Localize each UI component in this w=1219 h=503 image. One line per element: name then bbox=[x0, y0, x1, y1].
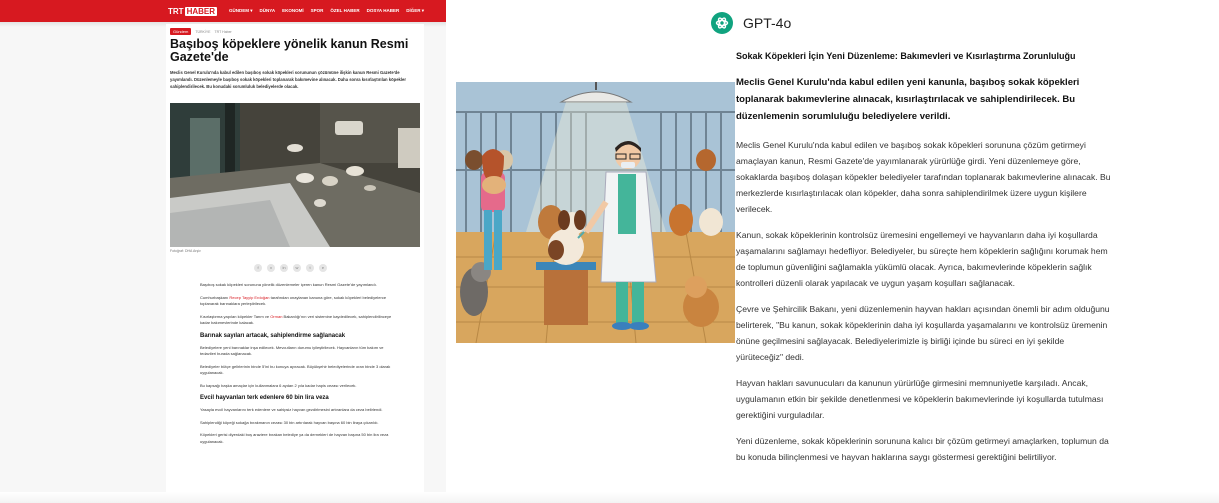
category-badge[interactable]: Gündem bbox=[170, 28, 192, 35]
email-share-icon[interactable]: e bbox=[319, 264, 327, 272]
nav-item-spor[interactable]: SPOR bbox=[311, 8, 324, 14]
nav-item-ekonomi[interactable]: EKONOMİ bbox=[282, 8, 304, 14]
paragraph: Cumhurbaşkanı Recep Tayyip Erdoğan taraf… bbox=[200, 294, 387, 307]
site-logo[interactable]: TRT HABER bbox=[168, 6, 218, 16]
article-lead: Meclis Genel Kurulu'nda kabul edilen baş… bbox=[170, 70, 407, 89]
paragraph: Yasayla evcil hayvanlarını terk edenlere… bbox=[200, 407, 383, 412]
response-title: Sokak Köpekleri İçin Yeni Düzenleme: Bak… bbox=[736, 51, 1076, 61]
inline-link[interactable]: Orman bbox=[270, 314, 282, 319]
article-meta: Gündem TÜRKİYE TRT Haber bbox=[170, 28, 232, 35]
meta-source: TRT Haber bbox=[214, 29, 232, 34]
paragraph: Belediyelere yeni barınaklar inşa edilec… bbox=[200, 344, 384, 357]
response-paragraph: Çevre ve Şehircilik Bakanı, yeni düzenle… bbox=[736, 304, 1110, 362]
inline-link[interactable]: Recep Tayyip Erdoğan bbox=[229, 295, 269, 300]
response-body: Sokak Köpekleri İçin Yeni Düzenleme: Bak… bbox=[736, 44, 1111, 475]
bottom-edge bbox=[0, 492, 1219, 503]
article-headline: Başıboş köpeklere yönelik kanun Resmi Ga… bbox=[170, 37, 409, 64]
paragraph: Belediyeler bütçe gelirlerinin binde 5'i… bbox=[200, 363, 391, 376]
openai-logo-icon bbox=[711, 12, 733, 34]
article: Gündem TÜRKİYE TRT Haber Başıboş köpekle… bbox=[166, 24, 424, 503]
response-paragraph: Kanun, sokak köpeklerinin kontrolsüz üre… bbox=[736, 230, 1108, 288]
facebook-share-icon[interactable]: f bbox=[254, 264, 262, 272]
nav-item-ozel-haber[interactable]: ÖZEL HABER bbox=[330, 8, 359, 14]
nav-item-diger[interactable]: DİĞER ▾ bbox=[406, 8, 424, 14]
paragraph: Başıboş sokak köpekleri sorununa yönelik… bbox=[200, 282, 377, 287]
paragraph: Sahiplendiği köpeği sokağa bırakmanın ce… bbox=[200, 419, 379, 425]
response-paragraph: Hayvan hakları savunucuları da kanunun y… bbox=[736, 378, 1104, 420]
whatsapp-share-icon[interactable]: w bbox=[293, 264, 301, 272]
telegram-share-icon[interactable]: t bbox=[306, 264, 314, 272]
news-page: TRT HABER GÜNDEM ▾ DÜNYA EKONOMİ SPOR ÖZ… bbox=[0, 0, 446, 503]
meta-tag: TÜRKİYE bbox=[195, 29, 211, 34]
paragraph: Köpekleri gerisi diyerdaki boş araziere … bbox=[200, 432, 389, 444]
paragraph: Kısırlaştırma yapılan köpekler Tarım ve … bbox=[200, 313, 392, 326]
response-paragraph: Yeni düzenleme, sokak köpeklerinin sorun… bbox=[736, 436, 1109, 462]
paragraph: Bu kapsağı başka amaçlar için kullanmala… bbox=[200, 382, 357, 388]
model-header: GPT-4o bbox=[711, 12, 791, 34]
logo-text-2: HABER bbox=[184, 6, 218, 16]
nav-item-gundem[interactable]: GÜNDEM ▾ bbox=[229, 8, 253, 14]
nav-item-dunya[interactable]: DÜNYA bbox=[260, 8, 276, 14]
vet-shelter-illustration bbox=[456, 82, 735, 343]
photo-caption: Fotoğraf: DHA Arşiv bbox=[170, 249, 201, 253]
nav-item-dosya-haber[interactable]: DOSYA HABER bbox=[367, 8, 400, 14]
street-photo-image bbox=[170, 103, 420, 247]
response-paragraph: Meclis Genel Kurulu'nda kabul edilen ve … bbox=[736, 140, 1111, 214]
x-share-icon[interactable]: x bbox=[267, 264, 275, 272]
subheading: Barınak sayıları artacak, sahiplendirme … bbox=[200, 332, 346, 339]
linkedin-share-icon[interactable]: in bbox=[280, 264, 288, 272]
logo-text-1: TRT bbox=[168, 6, 184, 16]
article-photo bbox=[170, 103, 420, 247]
response-lead: Meclis Genel Kurulu'nda kabul edilen yen… bbox=[736, 77, 1080, 122]
subheading: Evcil hayvanları terk edenlere 60 bin li… bbox=[200, 395, 329, 401]
model-name: GPT-4o bbox=[743, 15, 792, 31]
site-navbar: TRT HABER GÜNDEM ▾ DÜNYA EKONOMİ SPOR ÖZ… bbox=[0, 0, 446, 22]
share-bar: f x in w t e bbox=[254, 264, 327, 272]
article-body: Başıboş sokak köpekleri sorununa yönelik… bbox=[200, 282, 400, 451]
nav-menu: GÜNDEM ▾ DÜNYA EKONOMİ SPOR ÖZEL HABER D… bbox=[229, 8, 424, 14]
